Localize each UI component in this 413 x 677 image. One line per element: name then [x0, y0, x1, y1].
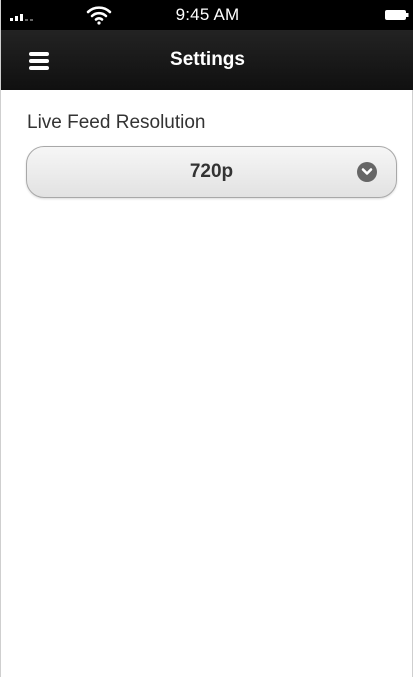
status-bar: 9:45 AM	[1, 0, 413, 30]
resolution-select-value: 720p	[189, 161, 234, 182]
battery-icon	[385, 10, 409, 20]
chevron-down-icon	[357, 162, 377, 182]
app-frame: 9:45 AM Settings Live Feed Resolution 72…	[0, 0, 413, 677]
status-time: 9:45 AM	[175, 5, 240, 24]
resolution-label: Live Feed Resolution	[27, 112, 206, 133]
resolution-select[interactable]: 720p	[26, 146, 397, 198]
nav-bar: Settings	[1, 30, 413, 90]
page-title: Settings	[170, 49, 245, 70]
